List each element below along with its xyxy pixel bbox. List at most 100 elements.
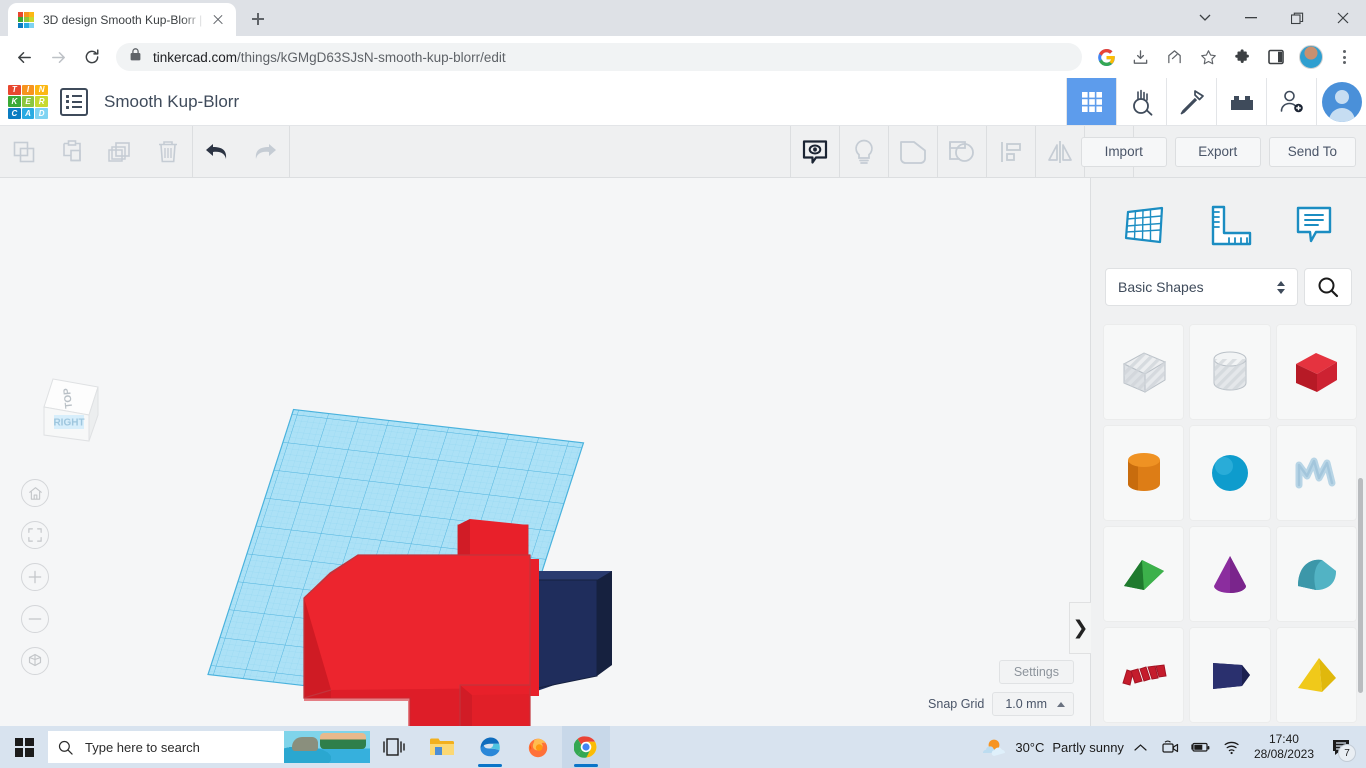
search-placeholder: Type here to search [85, 740, 200, 755]
side-panel-icon[interactable] [1260, 41, 1292, 73]
ruler-icon[interactable] [1201, 200, 1257, 252]
system-tray: 30°C Partly sunny 17:40 28/08/2023 7 [981, 726, 1366, 768]
browser-toolbar: tinkercad.com/things/kGMgD63SJsN-smooth-… [0, 36, 1366, 78]
show-hidden-icons-chevron[interactable] [1128, 726, 1154, 768]
toolbar-right-buttons: Import Export Send To [1081, 137, 1356, 167]
invite-person-icon[interactable] [1266, 78, 1316, 125]
tab-strip: 3D design Smooth Kup-Blorr | Tin [0, 0, 1366, 36]
shape-item-wedge[interactable] [1103, 526, 1184, 622]
weather-description: Partly sunny [1052, 740, 1124, 755]
settings-button[interactable]: Settings [999, 660, 1074, 684]
undo-icon[interactable] [193, 126, 241, 178]
send-to-button[interactable]: Send To [1269, 137, 1356, 167]
shape-item-cone[interactable] [1189, 526, 1270, 622]
duplicate-icon[interactable] [96, 126, 144, 178]
shape-item-cylinder[interactable] [1103, 425, 1184, 521]
shape-item-box-hole[interactable] [1103, 324, 1184, 420]
show-hide-eye-icon[interactable] [791, 126, 839, 178]
export-button[interactable]: Export [1175, 137, 1261, 167]
search-input[interactable]: Type here to search [48, 731, 370, 763]
microsoft-edge-icon[interactable] [466, 726, 514, 768]
codeblocks-hammer-icon[interactable] [1166, 78, 1216, 125]
task-view-icon[interactable] [370, 726, 418, 768]
back-button[interactable] [8, 41, 40, 73]
new-tab-button[interactable] [244, 5, 272, 33]
bookmark-star-icon[interactable] [1192, 41, 1224, 73]
window-maximize-button[interactable] [1274, 2, 1320, 34]
shape-item-polygon[interactable] [1189, 627, 1270, 723]
shape-grid [1091, 312, 1366, 723]
address-bar[interactable]: tinkercad.com/things/kGMgD63SJsN-smooth-… [116, 43, 1082, 71]
reload-button[interactable] [76, 41, 108, 73]
3d-canvas[interactable]: RIGHT TOP [0, 178, 1090, 726]
note-callout-icon[interactable] [1286, 200, 1342, 252]
tinkercad-favicon [18, 12, 34, 28]
paste-icon[interactable] [48, 126, 96, 178]
circuits-icon[interactable] [1116, 78, 1166, 125]
blocks-brick-icon[interactable] [1216, 78, 1266, 125]
3d-scene[interactable] [0, 178, 1090, 726]
chrome-browser-window: 3D design Smooth Kup-Blorr | Tin [0, 0, 1366, 726]
import-button[interactable]: Import [1081, 137, 1167, 167]
firefox-icon[interactable] [514, 726, 562, 768]
user-avatar[interactable] [1316, 78, 1366, 125]
window-minimize-button[interactable] [1228, 2, 1274, 34]
lightbulb-hint-icon[interactable] [840, 126, 888, 178]
panel-scrollbar[interactable] [1358, 478, 1363, 693]
gallery-grid-icon[interactable] [1066, 78, 1116, 125]
share-icon[interactable] [1158, 41, 1190, 73]
wifi-icon[interactable] [1218, 726, 1244, 768]
file-explorer-icon[interactable] [418, 726, 466, 768]
google-lens-icon[interactable] [1090, 41, 1122, 73]
extensions-puzzle-icon[interactable] [1226, 41, 1258, 73]
tinkercad-logo[interactable]: TIN KER CAD [8, 85, 48, 119]
url-path: /things/kGMgD63SJsN-smooth-kup-blorr/edi… [237, 50, 506, 65]
search-icon[interactable] [1304, 268, 1352, 306]
panel-collapse-button[interactable]: ❯ [1069, 602, 1091, 654]
snap-grid-select[interactable]: 1.0 mm [992, 692, 1074, 716]
delete-trash-icon[interactable] [144, 126, 192, 178]
snap-grid-row: Snap Grid 1.0 mm [928, 692, 1074, 716]
window-controls [1182, 0, 1366, 36]
start-button[interactable] [0, 726, 48, 768]
notification-center-button[interactable]: 7 [1324, 726, 1358, 768]
google-chrome-icon[interactable] [562, 726, 610, 768]
shapes-panel: ❯ [1090, 178, 1366, 726]
forward-button[interactable] [42, 41, 74, 73]
profile-avatar[interactable] [1299, 45, 1323, 69]
chrome-menu-kebab-icon[interactable] [1330, 43, 1358, 71]
taskbar-clock[interactable]: 17:40 28/08/2023 [1248, 732, 1320, 762]
shape-item-cylinder-hole[interactable] [1189, 324, 1270, 420]
weather-temperature: 30°C [1015, 740, 1044, 755]
align-icon[interactable] [987, 126, 1035, 178]
mirror-flip-icon[interactable] [1036, 126, 1084, 178]
design-list-icon[interactable] [60, 88, 88, 116]
workplane-grid-icon[interactable] [1116, 200, 1172, 252]
group-shapes-icon[interactable] [889, 126, 937, 178]
install-app-icon[interactable] [1124, 41, 1156, 73]
copy-icon[interactable] [0, 126, 48, 178]
windows-taskbar: Type here to search [0, 726, 1366, 768]
shape-item-text[interactable] [1103, 627, 1184, 723]
clipboard-tools [0, 126, 192, 178]
clock-date: 28/08/2023 [1254, 747, 1314, 762]
camera-icon[interactable] [1158, 726, 1184, 768]
history-tools [193, 126, 289, 178]
browser-tab[interactable]: 3D design Smooth Kup-Blorr | Tin [8, 3, 236, 36]
shape-category-select[interactable]: Basic Shapes [1105, 268, 1298, 306]
shape-item-round-roof[interactable] [1276, 526, 1357, 622]
header-actions [1066, 78, 1366, 125]
chrome-tab-search-button[interactable] [1182, 2, 1228, 34]
battery-icon[interactable] [1188, 726, 1214, 768]
shape-item-pyramid[interactable] [1276, 627, 1357, 723]
redo-icon[interactable] [241, 126, 289, 178]
window-close-button[interactable] [1320, 2, 1366, 34]
tab-title: 3D design Smooth Kup-Blorr | Tin [43, 13, 208, 27]
shape-item-box[interactable] [1276, 324, 1357, 420]
weather-widget[interactable]: 30°C Partly sunny [981, 736, 1124, 758]
shape-item-sphere[interactable] [1189, 425, 1270, 521]
tab-close-icon[interactable] [208, 10, 228, 30]
ungroup-shapes-icon[interactable] [938, 126, 986, 178]
canvas-bottom-controls: Settings Snap Grid 1.0 mm [928, 660, 1074, 716]
shape-item-scribble[interactable] [1276, 425, 1357, 521]
